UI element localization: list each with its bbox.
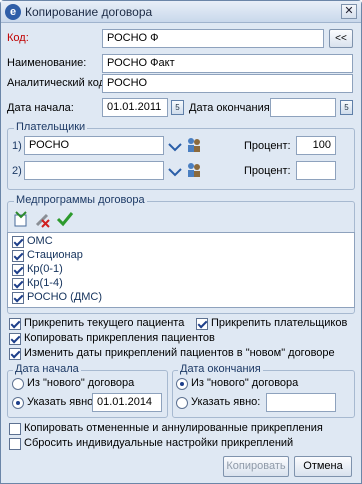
program-checkbox[interactable] [12,264,24,276]
start-date-label: Дата начала: [7,102,74,114]
title-bar[interactable]: e Копирование договора ✕ [1,1,361,23]
attach-payers-label: Прикрепить плательщиков [211,317,348,329]
start-from-new-label: Из "нового" договора [27,377,135,389]
payer-2-number: 2) [12,165,22,177]
payer-2-combo[interactable] [24,161,164,180]
program-checkbox[interactable] [12,292,24,304]
cancel-button[interactable]: Отмена [294,456,352,477]
start-explicit-date-field[interactable]: 01.01.2014 [92,393,162,412]
program-label: РОСНО (ДМС) [27,291,103,303]
payer-1-combo[interactable]: РОСНО [24,136,164,155]
end-explicit-date-field[interactable] [266,393,336,412]
payers-group-title: Плательщики [14,121,88,133]
start-date-calendar-icon[interactable]: 5 [171,100,184,115]
end-explicit-label: Указать явно: [191,396,261,408]
attach-payers-checkbox[interactable] [196,318,208,330]
name-label: Наименование: [7,57,87,69]
dialog-body: Код: РОСНО Ф << Наименование: РОСНО Факт… [4,24,358,482]
payer-1-select-people-icon[interactable] [186,137,202,153]
attach-patient-label: Прикрепить текущего пациента [24,317,185,329]
change-dates-checkbox[interactable] [9,348,21,360]
name-field[interactable]: РОСНО Факт [102,54,353,73]
start-date-group-title: Дата начала [13,363,81,375]
reset-settings-label: Сбросить индивидуальные настройки прикре… [24,437,294,449]
change-dates-label: Изменить даты прикреплений пациентов в "… [24,347,335,359]
copy-cancelled-checkbox[interactable] [9,423,21,435]
medprograms-list: ОМС Стационар Кр(0-1) Кр(1-4) РОСНО (ДМС… [7,232,355,308]
end-from-new-radio[interactable] [176,378,188,390]
analytic-code-label: Аналитический код: [7,77,109,89]
payer-2-percent-field[interactable] [296,161,336,180]
confirm-program-icon[interactable] [56,210,74,228]
start-explicit-radio[interactable] [12,397,24,409]
program-checkbox[interactable] [12,278,24,290]
copy-contract-dialog: e Копирование договора ✕ Код: РОСНО Ф <<… [0,0,362,484]
copy-button[interactable]: Копировать [223,456,289,477]
program-label: Стационар [27,249,83,261]
payer-1-dropdown-icon[interactable] [168,142,182,152]
remove-program-icon[interactable] [34,210,52,228]
code-generate-button[interactable]: << [329,29,353,48]
copy-attachments-checkbox[interactable] [9,333,21,345]
program-label: ОМС [27,235,53,247]
window-title: Копирование договора [25,5,153,19]
payer-2-select-people-icon[interactable] [186,162,202,178]
program-label: Кр(0-1) [27,263,63,275]
end-explicit-radio[interactable] [176,397,188,409]
medprograms-group-title: Медпрограммы договора [14,194,147,206]
payer-2-percent-label: Процент: [244,165,291,177]
program-checkbox[interactable] [12,236,24,248]
program-checkbox[interactable] [12,250,24,262]
end-date-calendar-icon[interactable]: 5 [340,100,353,115]
program-label: Кр(1-4) [27,277,63,289]
end-date-label: Дата окончания: [189,102,273,114]
payer-1-percent-field[interactable]: 100 [296,136,336,155]
analytic-code-field[interactable]: РОСНО [102,74,353,93]
end-from-new-label: Из "нового" договора [191,377,299,389]
app-logo-icon: e [5,4,21,20]
code-label: Код: [7,32,29,44]
payer-1-percent-label: Процент: [244,140,291,152]
start-explicit-label: Указать явно: [27,396,97,408]
end-date-field[interactable] [270,98,336,117]
start-from-new-radio[interactable] [12,378,24,390]
end-date-group-title: Дата окончания [178,363,263,375]
code-field[interactable]: РОСНО Ф [102,29,324,48]
payer-1-number: 1) [12,140,22,152]
start-date-field[interactable]: 01.01.2011 [102,98,168,117]
attach-patient-checkbox[interactable] [9,318,21,330]
add-program-icon[interactable] [12,210,30,228]
copy-cancelled-label: Копировать отмененные и аннулированные п… [24,422,323,434]
close-button[interactable]: ✕ [341,4,357,19]
reset-settings-checkbox[interactable] [9,438,21,450]
copy-attachments-label: Копировать прикрепления пациентов [24,332,215,344]
payer-2-dropdown-icon[interactable] [168,167,182,177]
